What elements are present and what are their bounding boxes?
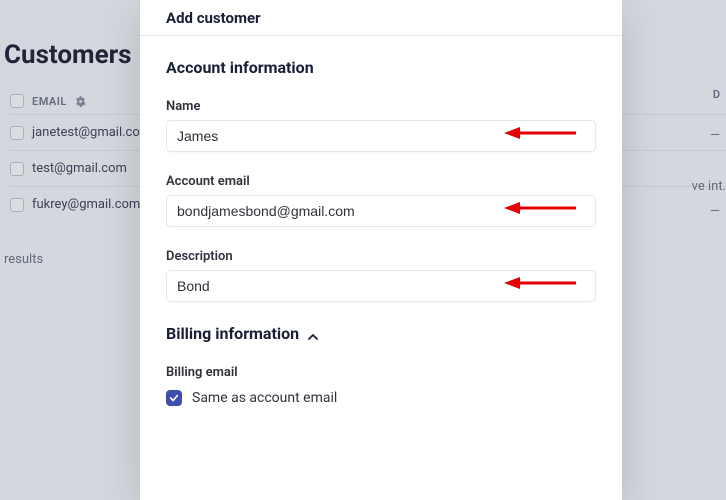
check-icon xyxy=(169,393,179,403)
same-as-account-row[interactable]: Same as account email xyxy=(166,390,596,406)
email-label: Account email xyxy=(166,174,596,189)
name-label: Name xyxy=(166,99,596,114)
description-input[interactable] xyxy=(166,270,596,302)
add-customer-modal: Add customer Account information Name Ac… xyxy=(140,0,622,500)
chevron-up-icon xyxy=(307,328,319,340)
modal-title: Add customer xyxy=(166,9,261,27)
billing-info-heading[interactable]: Billing information xyxy=(166,324,596,343)
billing-email-label: Billing email xyxy=(166,365,596,380)
modal-header: Add customer xyxy=(140,0,622,36)
same-as-account-label: Same as account email xyxy=(192,390,337,406)
description-field-group: Description xyxy=(166,249,596,302)
email-input[interactable] xyxy=(166,195,596,227)
email-field-group: Account email xyxy=(166,174,596,227)
account-info-heading: Account information xyxy=(166,58,596,77)
billing-email-group: Billing email xyxy=(166,365,596,380)
modal-body[interactable]: Account information Name Account email D… xyxy=(140,36,622,500)
same-as-account-checkbox[interactable] xyxy=(166,390,182,406)
name-field-group: Name xyxy=(166,99,596,152)
name-input[interactable] xyxy=(166,120,596,152)
description-label: Description xyxy=(166,249,596,264)
